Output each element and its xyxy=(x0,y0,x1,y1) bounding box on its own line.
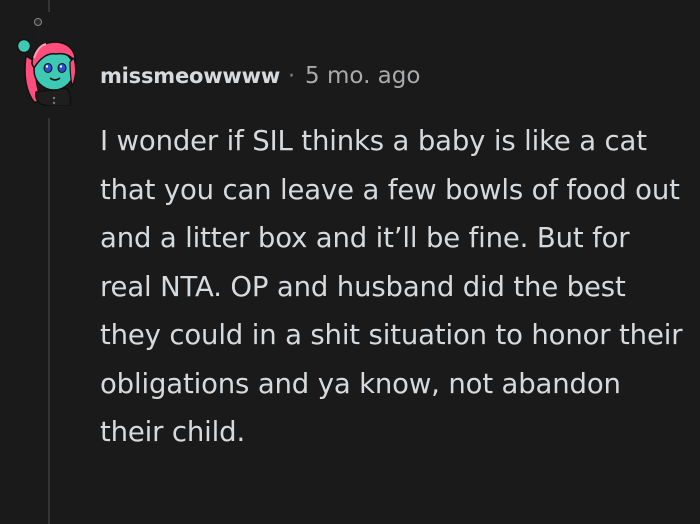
thread-line-top[interactable] xyxy=(48,0,50,12)
author-username[interactable]: missmeowwww xyxy=(100,64,280,88)
comment-timestamp[interactable]: 5 mo. ago xyxy=(305,63,420,89)
thread-line[interactable] xyxy=(48,118,50,524)
comment-meta: missmeowwww · 5 mo. ago xyxy=(100,58,420,94)
meta-separator: · xyxy=(288,63,296,89)
user-avatar[interactable] xyxy=(12,16,84,106)
comment-body: I wonder if SIL thinks a baby is like a … xyxy=(100,125,683,448)
